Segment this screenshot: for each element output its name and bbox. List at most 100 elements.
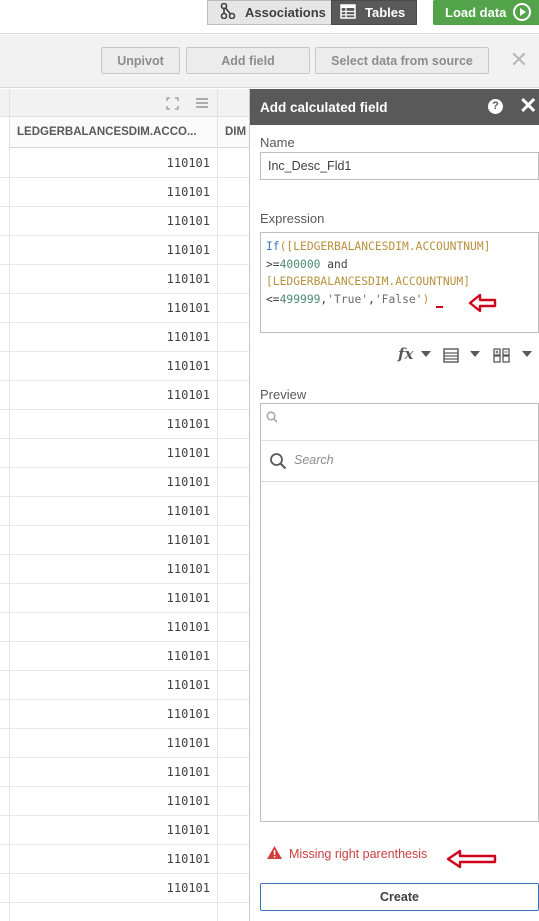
error-message-row: Missing right parenthesis	[266, 844, 427, 864]
expression-editor[interactable]: If([LEDGERBALANCESDIM.ACCOUNTNUM] >=4000…	[260, 232, 539, 333]
expression-tools: fx	[260, 342, 539, 370]
table-cell: 110101	[166, 243, 210, 257]
table-row: 110101	[0, 787, 249, 816]
associations-tab[interactable]: Associations	[207, 0, 331, 25]
function-icon[interactable]: fx	[398, 345, 413, 363]
warning-icon	[266, 845, 283, 863]
table-cell: 110101	[166, 649, 210, 663]
table-cell: 110101	[166, 533, 210, 547]
table-row: 110101	[0, 265, 249, 294]
table-cell: 110101	[166, 272, 210, 286]
table-row: 110101	[0, 613, 249, 642]
search-icon	[266, 411, 278, 426]
table-row: 110101	[0, 178, 249, 207]
menu-icon[interactable]	[195, 96, 209, 113]
search-icon	[269, 452, 287, 473]
table-cell: 110101	[166, 417, 210, 431]
table-cell: 110101	[166, 330, 210, 344]
table-row: 110101	[0, 294, 249, 323]
table-row: 110101	[0, 439, 249, 468]
unpivot-button[interactable]: Unpivot	[101, 47, 180, 74]
table-row: 110101	[0, 671, 249, 700]
load-data-button[interactable]: Load data	[433, 0, 539, 25]
expr-operator: >=	[266, 257, 280, 271]
fields-list-icon[interactable]	[443, 348, 459, 366]
expression-label: Expression	[260, 211, 325, 226]
table-row: 110101	[0, 149, 249, 178]
expr-string: 'True'	[327, 292, 369, 306]
close-panel-icon[interactable]: ✕	[519, 95, 537, 117]
table-row: 110101	[0, 236, 249, 265]
table-cell: 110101	[166, 214, 210, 228]
data-table: LEDGERBALANCESDIM.ACCO... DIM 110101 1101…	[0, 89, 249, 921]
table-row: 110101	[0, 352, 249, 381]
table-cell: 110101	[166, 881, 210, 895]
expr-comma: ,	[368, 292, 375, 306]
search-placeholder: Search	[294, 453, 334, 467]
annotation-arrow-icon	[446, 849, 497, 869]
create-button[interactable]: Create	[260, 883, 539, 911]
search-input[interactable]: Search	[261, 441, 538, 482]
table-cell: 110101	[166, 446, 210, 460]
table-cell: 110101	[166, 736, 210, 750]
table-cell: 110101	[166, 156, 210, 170]
panel-title: Add calculated field	[260, 99, 388, 115]
chevron-down-icon[interactable]	[522, 351, 532, 357]
preview-box: Search	[260, 403, 539, 822]
table-row: 110101	[0, 381, 249, 410]
table-row: 110101	[0, 526, 249, 555]
table-row: 110101	[0, 700, 249, 729]
chevron-down-icon[interactable]	[470, 351, 480, 357]
table-cell: 110101	[166, 852, 210, 866]
expr-number: 400000	[279, 257, 321, 271]
top-bar: Associations Tables Load data	[0, 0, 539, 34]
table-cell: 110101	[166, 707, 210, 721]
column-header-dim[interactable]: DIM	[218, 117, 249, 148]
select-data-from-source-button[interactable]: Select data from source	[315, 47, 489, 74]
preview-label: Preview	[260, 387, 307, 402]
table-row: 110101	[0, 555, 249, 584]
add-field-button[interactable]: Add field	[186, 47, 310, 74]
expr-function: If	[266, 240, 280, 253]
table-row: 110101	[0, 729, 249, 758]
table-cell: 110101	[166, 678, 210, 692]
chevron-down-icon[interactable]	[421, 351, 431, 357]
expand-icon[interactable]	[166, 97, 179, 113]
preview-search-bar[interactable]	[261, 404, 538, 441]
table-cell: 110101	[166, 185, 210, 199]
table-cell: 110101	[166, 794, 210, 808]
expr-field: [LEDGERBALANCESDIM.ACCOUNTNUM]	[286, 240, 491, 253]
error-underline	[436, 292, 443, 308]
tables-tab[interactable]: Tables	[331, 0, 417, 25]
operators-icon[interactable]	[493, 348, 510, 366]
toolbar: Unpivot Add field Select data from sourc…	[0, 35, 539, 88]
error-message: Missing right parenthesis	[289, 847, 428, 861]
table-cell: 110101	[166, 562, 210, 576]
table-cell: 110101	[166, 591, 210, 605]
name-input[interactable]: Inc_Desc_Fld1	[260, 152, 539, 180]
associations-icon	[220, 2, 236, 22]
table-row: 110101	[0, 758, 249, 787]
close-icon[interactable]: ✕	[509, 49, 529, 71]
table-cell: 110101	[166, 504, 210, 518]
name-label: Name	[260, 135, 295, 150]
table-row: 110101	[0, 584, 249, 613]
annotation-arrow-icon	[468, 293, 497, 313]
expr-keyword: and	[320, 257, 348, 271]
expr-string: 'False'	[374, 292, 423, 306]
table-cell: 110101	[166, 301, 210, 315]
table-rows: 110101 110101 110101 110101 110101 110101 1101…	[0, 149, 249, 903]
table-row: 110101	[0, 816, 249, 845]
table-row: 110101	[0, 323, 249, 352]
tables-label: Tables	[365, 5, 406, 20]
table-row: 110101	[0, 874, 249, 903]
expr-close-paren: )	[422, 292, 430, 306]
column-header-ledgerbalancesdim[interactable]: LEDGERBALANCESDIM.ACCO...	[10, 117, 217, 148]
table-row: 110101	[0, 468, 249, 497]
table-cell: 110101	[166, 620, 210, 634]
table-cell: 110101	[166, 359, 210, 373]
add-calculated-field-panel: Add calculated field ? ✕ Name Inc_Desc_F…	[249, 89, 539, 921]
expr-number: 499999	[279, 292, 321, 306]
table-cell: 110101	[166, 475, 210, 489]
help-icon[interactable]: ?	[488, 99, 503, 114]
